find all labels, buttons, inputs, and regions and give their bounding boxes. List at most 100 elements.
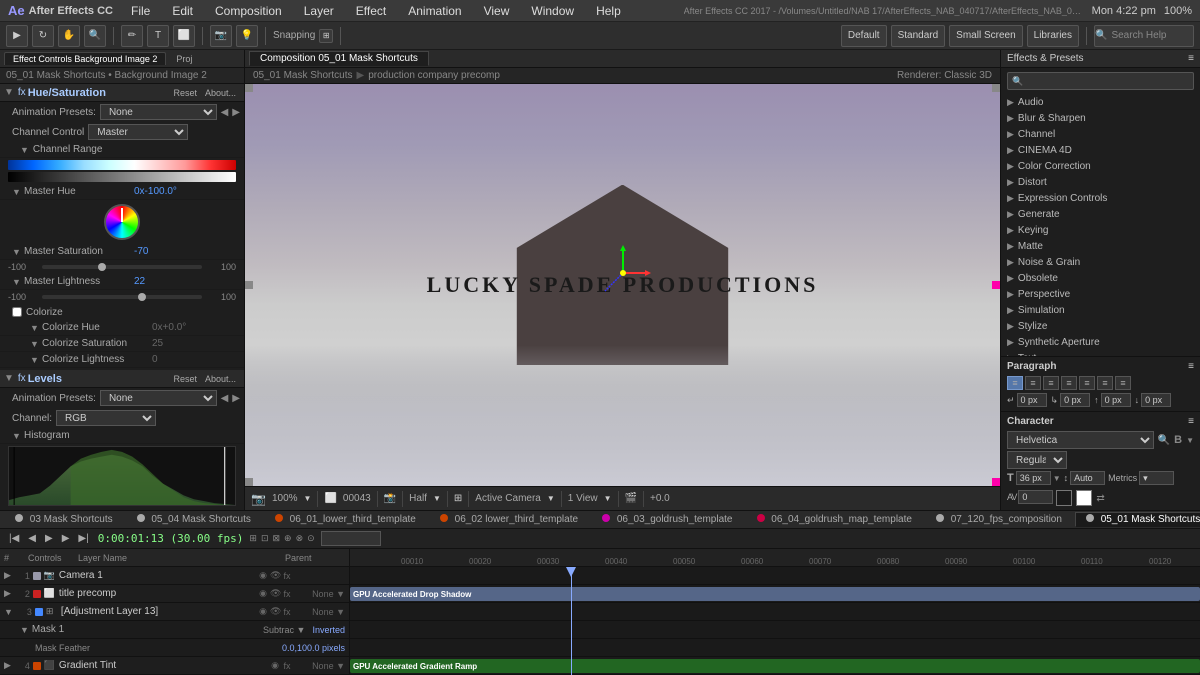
font-size-value[interactable]: 36 px: [1016, 471, 1051, 485]
font-arrow-btn[interactable]: ▼: [1186, 436, 1194, 445]
swap-colors-icon[interactable]: ⇄: [1096, 493, 1104, 504]
hue-sat-presets-next[interactable]: ▶: [232, 107, 240, 118]
effect-cat-distort[interactable]: ▶ Distort: [1001, 174, 1200, 190]
l2-fx-icon[interactable]: fx: [282, 589, 292, 599]
l2-vis-icon[interactable]: 👁: [270, 588, 280, 599]
tool-text[interactable]: T: [147, 25, 169, 47]
l4-solo-icon[interactable]: ◉: [270, 660, 280, 671]
timeline-search-input[interactable]: [321, 531, 381, 546]
menu-effect[interactable]: Effect: [352, 2, 390, 20]
timeline-mode-icon6[interactable]: ⊙: [307, 533, 315, 544]
tracking-value[interactable]: 0: [1018, 490, 1053, 504]
colorize-lightness-value[interactable]: 0: [152, 354, 240, 365]
menu-layer[interactable]: Layer: [300, 2, 338, 20]
hue-sat-presets-prev[interactable]: ◀: [221, 107, 229, 118]
colorize-checkbox[interactable]: [12, 307, 22, 317]
levels-about-btn[interactable]: About...: [201, 374, 240, 384]
project-tab[interactable]: Proj: [168, 53, 200, 65]
tc-last-frame[interactable]: ▶|: [75, 533, 91, 544]
tool-pen[interactable]: ✏: [121, 25, 143, 47]
font-size-unit-dropdown[interactable]: ▼: [1053, 474, 1061, 483]
master-saturation-value[interactable]: -70: [134, 246, 240, 257]
master-hue-expand[interactable]: ▼: [12, 187, 20, 197]
histogram-expand[interactable]: ▼: [12, 431, 20, 441]
timeline-mode-icon3[interactable]: ⊠: [273, 533, 281, 544]
font-style-select[interactable]: Regular: [1007, 451, 1067, 469]
viewer-quality[interactable]: Half: [409, 493, 427, 504]
col-hue-expand[interactable]: ▼: [30, 323, 38, 333]
timeline-tab-0601[interactable]: 06_01_lower_third_template: [264, 512, 427, 527]
channel-range-expand[interactable]: ▼: [20, 145, 29, 155]
levels-expand-icon[interactable]: ▼: [4, 373, 14, 384]
font-family-select[interactable]: Helvetica: [1007, 431, 1154, 449]
tool-zoom[interactable]: 🔍: [84, 25, 106, 47]
levels-channel-dropdown[interactable]: RGB: [56, 410, 156, 426]
layer-2-expand[interactable]: ▶: [4, 588, 11, 599]
effect-cat-stylize[interactable]: ▶ Stylize: [1001, 318, 1200, 334]
menu-file[interactable]: File: [127, 2, 154, 20]
effects-panel-menu-icon[interactable]: ≡: [1188, 53, 1194, 64]
effect-cat-audio[interactable]: ▶ Audio: [1001, 94, 1200, 110]
playhead[interactable]: [571, 567, 572, 675]
timeline-tab-0712[interactable]: 07_120_fps_composition: [925, 512, 1073, 527]
space-after-value[interactable]: 0 px: [1141, 393, 1171, 407]
tc-prev-frame[interactable]: ◀: [25, 533, 39, 544]
viewer-zoom-value[interactable]: 100%: [272, 493, 298, 504]
snapping-toggle[interactable]: ⊞: [319, 29, 333, 43]
menu-composition[interactable]: Composition: [211, 2, 286, 20]
indent-left-value[interactable]: 0 px: [1017, 393, 1047, 407]
effect-cat-noise[interactable]: ▶ Noise & Grain: [1001, 254, 1200, 270]
colorize-hue-value[interactable]: 0x+0.0°: [152, 322, 240, 333]
timeline-mode-icon5[interactable]: ⊗: [296, 533, 304, 544]
effect-cat-channel[interactable]: ▶ Channel: [1001, 126, 1200, 142]
effect-cat-matte[interactable]: ▶ Matte: [1001, 238, 1200, 254]
master-light-expand[interactable]: ▼: [12, 277, 20, 287]
levels-reset-btn[interactable]: Reset: [169, 374, 201, 384]
timeline-tab-0604[interactable]: 06_04_goldrush_map_template: [746, 512, 923, 527]
handle-tr[interactable]: [992, 84, 1000, 92]
col-sat-expand[interactable]: ▼: [30, 339, 38, 349]
effect-cat-keying[interactable]: ▶ Keying: [1001, 222, 1200, 238]
menu-window[interactable]: Window: [527, 2, 578, 20]
align-left-btn[interactable]: ≡: [1007, 376, 1023, 390]
comp-breadcrumb-item-1[interactable]: 05_01 Mask Shortcuts: [253, 70, 353, 81]
comp-tab-main[interactable]: Composition 05_01 Mask Shortcuts: [249, 51, 429, 66]
viewer-ctrl-icon-play[interactable]: ⬜: [324, 493, 336, 504]
handle-br[interactable]: [992, 478, 1000, 486]
indent-right-value[interactable]: 0 px: [1060, 393, 1090, 407]
menu-animation[interactable]: Animation: [404, 2, 465, 20]
effect-cat-cinema4d[interactable]: ▶ CINEMA 4D: [1001, 142, 1200, 158]
search-help-btn[interactable]: 🔍 Search Help: [1094, 25, 1194, 47]
viewer-views[interactable]: 1 View: [568, 493, 598, 504]
viewer-camera-dropdown[interactable]: ▼: [547, 494, 555, 503]
handle-bl[interactable]: [245, 478, 253, 486]
align-justify-all-btn[interactable]: ≡: [1115, 376, 1131, 390]
colorize-saturation-value[interactable]: 25: [152, 338, 240, 349]
workspace-small-screen[interactable]: Small Screen: [949, 25, 1022, 47]
fill-color-swatch[interactable]: [1056, 490, 1072, 506]
space-before-value[interactable]: 0 px: [1101, 393, 1131, 407]
master-sat-expand[interactable]: ▼: [12, 247, 20, 257]
effect-cat-synthetic[interactable]: ▶ Synthetic Aperture: [1001, 334, 1200, 350]
viewer-ctrl-icon-toggle[interactable]: ⊞: [454, 493, 462, 504]
clip-gradient-ramp[interactable]: GPU Accelerated Gradient Ramp: [350, 659, 1200, 673]
l1-fx-icon[interactable]: fx: [282, 571, 292, 581]
master-hue-value[interactable]: 0x-100.0°: [134, 186, 240, 197]
layer-row-2[interactable]: ▶ 2 ⬜ title precomp ◉ 👁 fx None ▼: [0, 585, 349, 603]
master-lightness-slider[interactable]: [42, 295, 202, 299]
align-justify-center-btn[interactable]: ≡: [1079, 376, 1095, 390]
effects-search-bar[interactable]: 🔍: [1007, 72, 1194, 90]
col-light-expand[interactable]: ▼: [30, 355, 38, 365]
hue-wheel[interactable]: [104, 204, 140, 240]
hue-sat-presets-dropdown[interactable]: None: [100, 104, 217, 120]
menu-edit[interactable]: Edit: [168, 2, 197, 20]
l3-fx-icon[interactable]: fx: [282, 607, 292, 617]
viewer-ctrl-icon-camera[interactable]: 📷: [251, 492, 266, 506]
align-right-btn[interactable]: ≡: [1043, 376, 1059, 390]
layer-3-expand[interactable]: ▼: [4, 607, 13, 617]
master-light-thumb[interactable]: [138, 293, 146, 301]
effect-cat-perspective[interactable]: ▶ Perspective: [1001, 286, 1200, 302]
channel-control-dropdown[interactable]: Master: [88, 124, 188, 140]
timeline-tab-0603[interactable]: 06_03_goldrush_template: [591, 512, 743, 527]
timeline-tab-03[interactable]: 03 Mask Shortcuts: [4, 512, 124, 527]
